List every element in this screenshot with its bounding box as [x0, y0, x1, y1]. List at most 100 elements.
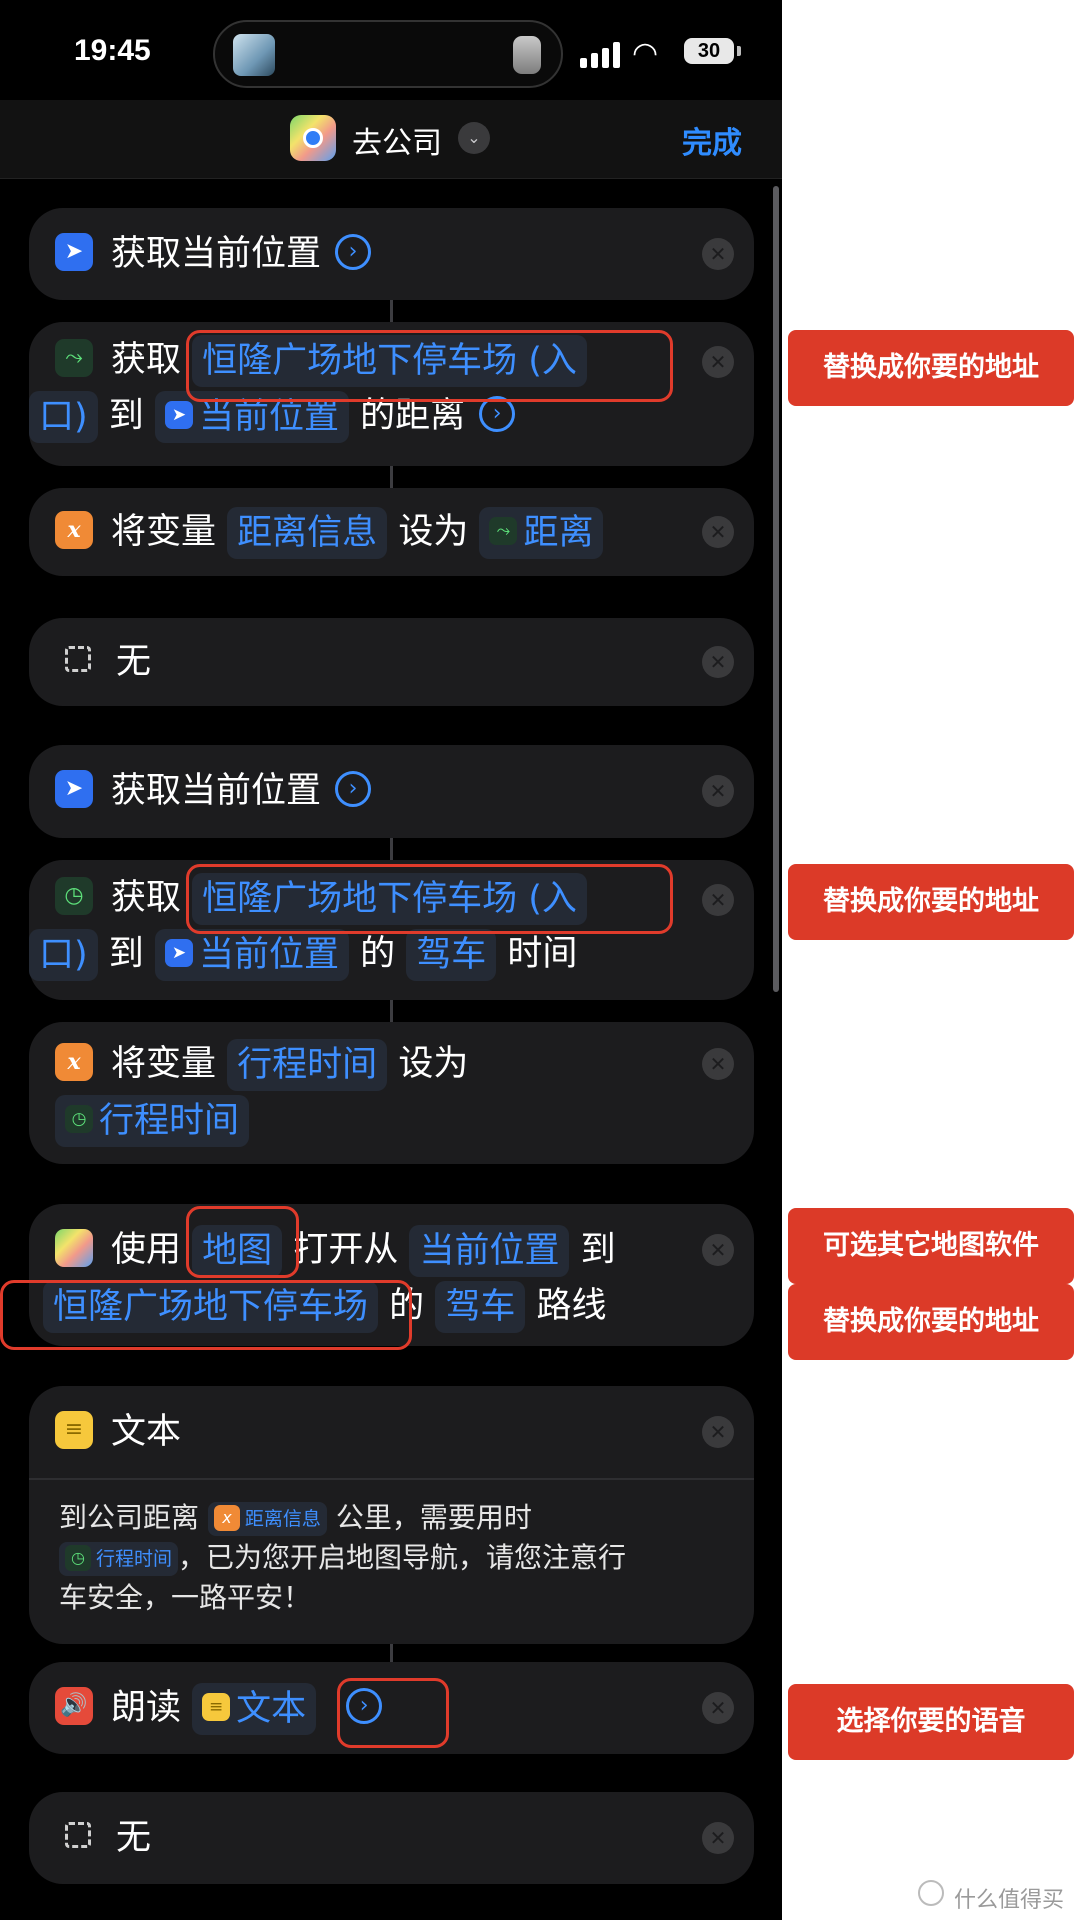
nothing-label: 无 [116, 642, 152, 682]
chevron-down-icon[interactable]: ⌄ [458, 122, 490, 154]
action-row: 口) 到 ➤ 当前位置 的 驾车 时间 [29, 926, 684, 982]
connector [390, 838, 393, 860]
action-row: ◷ 行程时间 [55, 1092, 684, 1148]
set-as-label: 设为 [398, 1044, 469, 1084]
origin-token[interactable]: 当前位置 [409, 1225, 570, 1277]
action-row: ➤ 获取当前位置 › [55, 763, 684, 819]
clock-icon: ◷ [55, 877, 93, 915]
homepod-icon [513, 36, 541, 74]
action-row: 无 [55, 1810, 684, 1866]
time-suffix: 时间 [507, 934, 578, 974]
close-icon[interactable]: ✕ [702, 1234, 734, 1266]
action-row: 无 [55, 634, 684, 690]
close-icon[interactable]: ✕ [702, 884, 734, 916]
annotation-replace-address: 替换成你要的地址 [788, 864, 1074, 940]
origin-label: 当前位置 [198, 397, 339, 437]
distance-variable-label: 距离信息 [244, 1508, 321, 1530]
shortcut-title[interactable]: 去公司 [352, 118, 442, 162]
connector [390, 466, 393, 488]
arrow-circle-icon[interactable]: › [335, 234, 372, 270]
text-line2-suffix: ，已为您开启地图导航，请您注意行 [178, 1541, 627, 1574]
connector [390, 300, 393, 322]
highlight-box [0, 1280, 412, 1350]
text-content[interactable]: 到公司距离 x 距离信息 公里，需要用时 ◷ 行程时间 ，已为您开启地图导航，请您注意… [59, 1498, 704, 1618]
navigation-bar: 去公司 ⌄ 完成 [0, 100, 782, 179]
location-arrow-icon: ➤ [55, 770, 93, 808]
variable-value-token[interactable]: ⤳ 距离 [479, 507, 604, 559]
to-label: 到 [580, 1230, 616, 1270]
variable-value-token[interactable]: ◷ 行程时间 [55, 1095, 250, 1147]
use-label: 使用 [111, 1230, 182, 1270]
origin-label: 当前位置 [198, 935, 339, 975]
close-icon[interactable]: ✕ [702, 775, 734, 807]
highlight-box [186, 330, 673, 402]
dashed-square-icon [65, 1822, 91, 1848]
dashed-square-icon [65, 646, 91, 672]
close-icon[interactable]: ✕ [702, 1048, 734, 1080]
destination-token-continued[interactable]: 口) [29, 929, 98, 981]
action-text[interactable]: ≡ 文本 ✕ 到公司距离 x 距离信息 公里，需要用时 ◷ 行程时间 ，已为您开启地图导… [29, 1386, 754, 1644]
album-art-icon [233, 34, 275, 76]
text-token[interactable]: ≡ 文本 [192, 1683, 317, 1735]
arrow-circle-icon[interactable]: › [335, 771, 372, 807]
distance-suffix: 的距离 [360, 396, 466, 436]
destination-token-continued[interactable]: 口) [29, 391, 98, 443]
route-icon: ⤳ [489, 517, 518, 545]
clock-icon: ◷ [65, 1105, 93, 1133]
action-set-variable[interactable]: x 将变量 距离信息 设为 ⤳ 距离 ✕ [29, 488, 754, 576]
transport-mode-token[interactable]: 驾车 [406, 929, 497, 981]
action-row: x 将变量 距离信息 设为 ⤳ 距离 [55, 504, 684, 560]
text-line: 车安全，一路平安！ [59, 1581, 312, 1614]
text-line1-suffix: 公里，需要用时 [335, 1501, 532, 1534]
action-set-variable[interactable]: x 将变量 行程时间 设为 ◷ 行程时间 ✕ [29, 1022, 754, 1164]
dynamic-island[interactable] [213, 20, 563, 88]
variable-icon: x [55, 511, 93, 549]
distance-variable-token[interactable]: x 距离信息 [207, 1502, 327, 1536]
battery-icon: 30 [684, 38, 734, 64]
action-get-location[interactable]: ➤ 获取当前位置 › ✕ [29, 208, 754, 300]
annotation-choose-voice: 选择你要的语音 [788, 1684, 1074, 1760]
variable-value-label: 行程时间 [99, 1101, 240, 1141]
clock-icon: ◷ [65, 1544, 91, 1571]
time-variable-label: 行程时间 [96, 1548, 173, 1570]
text-icon: ≡ [202, 1693, 231, 1721]
transport-mode-token[interactable]: 驾车 [435, 1281, 526, 1333]
location-arrow-icon: ➤ [164, 401, 193, 429]
action-row: ➤ 获取当前位置 › [55, 226, 684, 282]
close-icon[interactable]: ✕ [702, 1692, 734, 1724]
action-get-location[interactable]: ➤ 获取当前位置 › ✕ [29, 745, 754, 838]
text-line: ◷ 行程时间 ，已为您开启地图导航，请您注意行 [59, 1538, 704, 1578]
origin-token[interactable]: ➤ 当前位置 [154, 929, 349, 981]
text-icon: ≡ [55, 1411, 93, 1449]
action-nothing[interactable]: 无 ✕ [29, 618, 754, 706]
scrollbar[interactable] [773, 186, 779, 992]
variable-name-token[interactable]: 距离信息 [227, 507, 388, 559]
action-row: ≡ 文本 [55, 1404, 684, 1460]
variable-icon: x [55, 1043, 93, 1081]
nothing-label: 无 [116, 1818, 152, 1858]
highlight-box [337, 1678, 449, 1748]
cellular-signal-icon [580, 40, 620, 68]
done-button[interactable]: 完成 [682, 118, 742, 162]
close-icon[interactable]: ✕ [702, 1822, 734, 1854]
action-nothing[interactable]: 无 ✕ [29, 1792, 754, 1884]
highlight-box [186, 864, 673, 934]
time-variable-token[interactable]: ◷ 行程时间 [59, 1542, 179, 1576]
annotation-other-map-app: 可选其它地图软件 [788, 1208, 1074, 1284]
close-icon[interactable]: ✕ [702, 516, 734, 548]
status-bar: 19:45 ◠ 30 [0, 0, 782, 100]
to-label: 到 [108, 934, 144, 974]
close-icon[interactable]: ✕ [702, 646, 734, 678]
close-icon[interactable]: ✕ [702, 238, 734, 270]
variable-icon: x [213, 1504, 240, 1531]
wifi-icon: ◠ [632, 36, 659, 71]
speaker-icon: 🔊 [55, 1687, 93, 1725]
annotation-replace-address: 替换成你要的地址 [788, 330, 1074, 406]
location-arrow-icon: ➤ [164, 939, 193, 967]
route-label: 路线 [536, 1286, 607, 1326]
close-icon[interactable]: ✕ [702, 346, 734, 378]
location-arrow-icon: ➤ [55, 233, 93, 271]
highlight-box [186, 1206, 299, 1278]
variable-name-token[interactable]: 行程时间 [227, 1039, 388, 1091]
close-icon[interactable]: ✕ [702, 1416, 734, 1448]
